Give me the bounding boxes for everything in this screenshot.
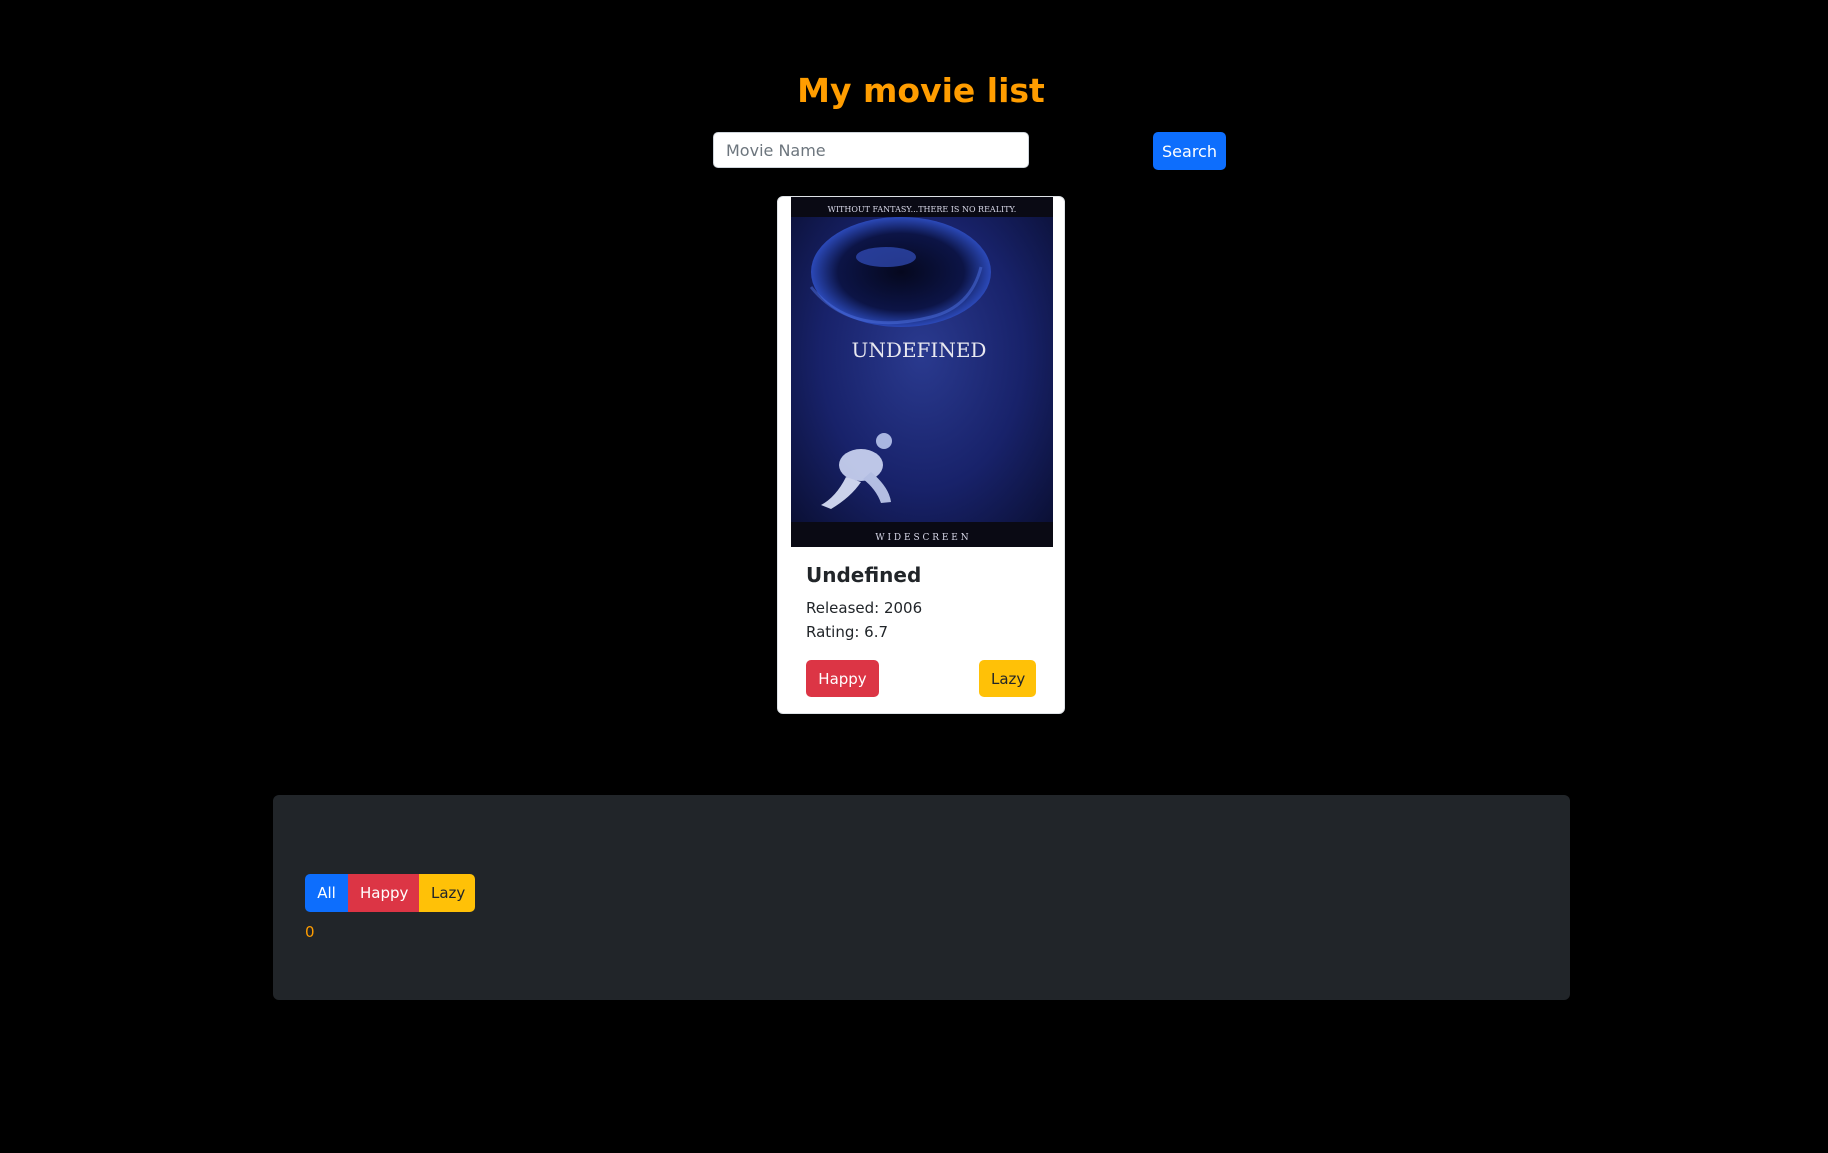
movie-rating: Rating: 6.7	[806, 623, 889, 641]
movie-title: Undefined	[806, 563, 922, 587]
movie-poster: WITHOUT FANTASY...THERE IS NO REALITY. U…	[791, 197, 1053, 547]
page-title: My movie list	[797, 71, 1045, 110]
poster-title-text: UNDEFINED	[852, 338, 987, 362]
movie-count: 0	[305, 923, 315, 941]
happy-button[interactable]: Happy	[806, 660, 879, 697]
filter-all-button[interactable]: All	[305, 874, 348, 912]
poster-tagline: WITHOUT FANTASY...THERE IS NO REALITY.	[828, 205, 1017, 214]
filter-panel: All Happy Lazy 0	[273, 795, 1570, 1000]
filter-lazy-button[interactable]: Lazy	[419, 874, 475, 912]
poster-image: WITHOUT FANTASY...THERE IS NO REALITY. U…	[791, 197, 1053, 547]
movie-card: WITHOUT FANTASY...THERE IS NO REALITY. U…	[777, 196, 1065, 714]
page: My movie list Search	[0, 0, 1828, 1153]
filter-button-group: All Happy Lazy	[305, 874, 475, 912]
lazy-button[interactable]: Lazy	[979, 660, 1036, 697]
poster-footer-text: W I D E S C R E E N	[875, 533, 968, 543]
search-button[interactable]: Search	[1153, 132, 1226, 170]
movie-search-input[interactable]	[713, 132, 1029, 168]
filter-happy-button[interactable]: Happy	[348, 874, 419, 912]
movie-released: Released: 2006	[806, 599, 923, 617]
